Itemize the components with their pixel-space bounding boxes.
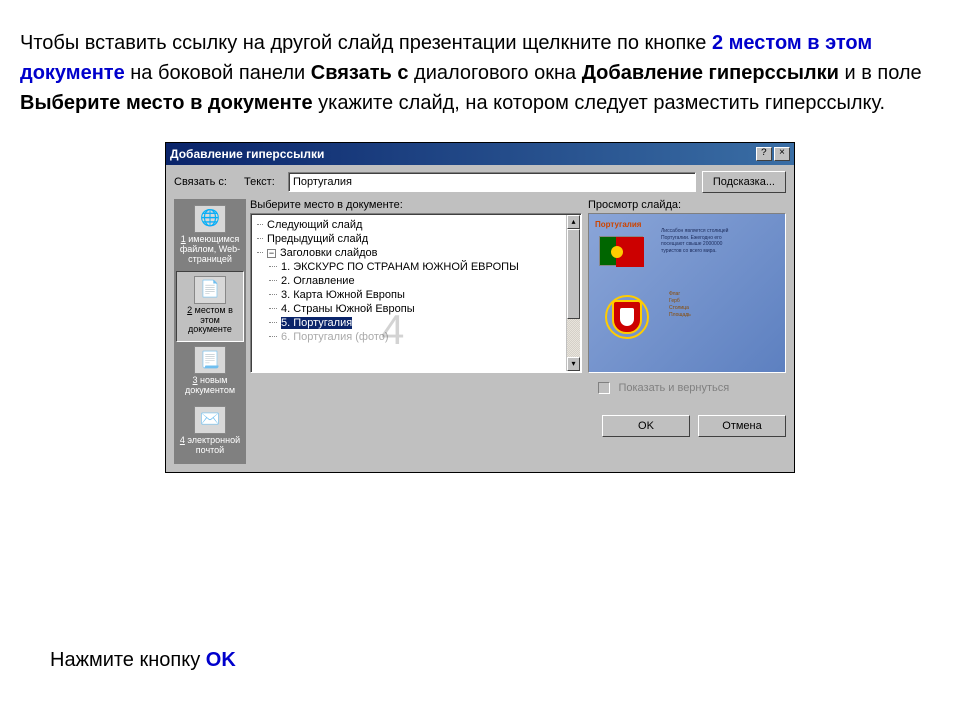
help-button[interactable]: ?: [756, 147, 772, 161]
tree-prev-slide[interactable]: Предыдущий слайд: [253, 232, 579, 246]
instructions-text: Чтобы вставить ссылку на другой слайд пр…: [0, 0, 960, 126]
kw-choose-place: Выберите место в документе: [20, 92, 313, 114]
cancel-button[interactable]: Отмена: [698, 415, 786, 437]
text-input[interactable]: Португалия: [288, 172, 696, 192]
titlebar-text: Добавление гиперссылки: [170, 147, 754, 161]
tree-slide-3[interactable]: 3. Карта Южной Европы: [253, 288, 579, 302]
sidebar-item-newdoc[interactable]: 📃 3 новым документом: [176, 342, 244, 402]
sidebar-item-email[interactable]: ✉️ 4 электронной почтой: [176, 402, 244, 462]
titlebar[interactable]: Добавление гиперссылки ? ×: [166, 143, 794, 165]
collapse-icon[interactable]: −: [267, 249, 276, 258]
lower-instruction: Нажмите кнопку OK: [50, 649, 236, 672]
scroll-thumb[interactable]: [567, 229, 580, 319]
tree-slide-5[interactable]: 5. Португалия: [253, 316, 579, 330]
preview-label: Просмотр слайда:: [588, 199, 786, 211]
tree-label: Выберите место в документе:: [250, 199, 582, 211]
tree-slide-6[interactable]: 6. Португалия (фото): [253, 330, 579, 344]
slide-preview: Португалия Лиссабон является столицей По…: [588, 213, 786, 373]
kw-add-hyperlink: Добавление гиперссылки: [582, 62, 839, 84]
sidebar-item-place[interactable]: 📄 2 местом в этом документе: [176, 271, 244, 343]
tree-slide-1[interactable]: 1. ЭКСКУРС ПО СТРАНАМ ЮЖНОЙ ЕВРОПЫ: [253, 260, 579, 274]
hyperlink-dialog: Добавление гиперссылки ? × Связать с: Те…: [165, 142, 795, 473]
tree-scrollbar[interactable]: ▴ ▾: [566, 215, 580, 371]
tree-slide-4[interactable]: 4. Страны Южной Европы: [253, 302, 579, 316]
close-button[interactable]: ×: [774, 147, 790, 161]
new-doc-icon: 📃: [194, 346, 226, 374]
link-with-label: Связать с:: [174, 176, 238, 188]
scroll-down-icon[interactable]: ▾: [567, 357, 580, 371]
tree-section-titles[interactable]: −Заголовки слайдов: [253, 246, 579, 260]
email-icon: ✉️: [194, 406, 226, 434]
hint-button[interactable]: Подсказка...: [702, 171, 786, 193]
tree-next-slide[interactable]: Следующий слайд: [253, 218, 579, 232]
place-doc-icon: 📄: [194, 276, 226, 304]
scroll-up-icon[interactable]: ▴: [567, 215, 580, 229]
file-web-icon: 🌐: [194, 205, 226, 233]
emblem-icon: [597, 290, 657, 344]
ok-button[interactable]: OK: [602, 415, 690, 437]
link-to-sidebar: 🌐 1 имеющимся файлом, Web-страницей 📄 2 …: [174, 199, 246, 464]
place-tree[interactable]: 4 Следующий слайд Предыдущий слайд −Заго…: [250, 213, 582, 373]
kw-link-with: Связать с: [311, 62, 409, 84]
kw-ok: OK: [206, 649, 236, 671]
show-return-checkbox[interactable]: [598, 382, 610, 394]
tree-slide-2[interactable]: 2. Оглавление: [253, 274, 579, 288]
text-label: Текст:: [244, 176, 282, 188]
flag-icon: [599, 236, 643, 266]
show-return-label: Показать и вернуться: [618, 382, 729, 394]
sidebar-item-file[interactable]: 🌐 1 имеющимся файлом, Web-страницей: [176, 201, 244, 271]
